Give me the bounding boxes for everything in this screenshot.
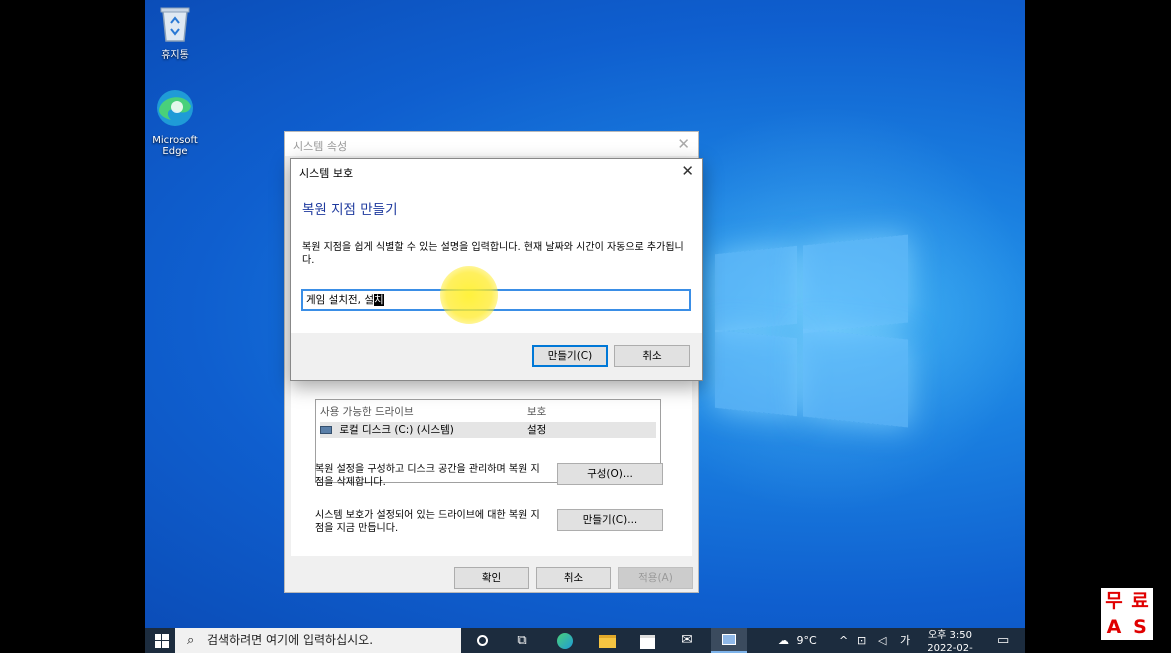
taskbar: ⌕ 검색하려면 여기에 입력하십시오. ⧉ ✉ ☁ 9°C ^ ⊡ ◁ 가 오후… bbox=[145, 628, 1025, 653]
store-icon[interactable] bbox=[635, 628, 659, 653]
edge-taskbar-icon[interactable] bbox=[553, 628, 577, 653]
drive-icon bbox=[320, 426, 332, 434]
windows-logo-wallpaper bbox=[715, 230, 910, 430]
cortana-icon[interactable] bbox=[471, 628, 493, 653]
volume-icon[interactable]: ◁ bbox=[878, 628, 886, 653]
search-placeholder: 검색하려면 여기에 입력하십시오. bbox=[207, 633, 374, 647]
configure-description: 복원 설정을 구성하고 디스크 공간을 관리하며 복원 지점을 삭제합니다. bbox=[315, 464, 540, 488]
screen: 휴지통 Microsoft Edge 시스템 속성 ✕ 사용 가능한 드라이브 bbox=[0, 0, 1171, 653]
notification-icon[interactable]: ▭ bbox=[997, 628, 1009, 653]
dialog-body: 복원 지점 만들기 복원 지점을 쉽게 식별할 수 있는 설명을 입력합니다. … bbox=[291, 183, 702, 333]
chevron-up-icon[interactable]: ^ bbox=[839, 628, 848, 653]
cancel-button[interactable]: 취소 bbox=[614, 345, 690, 367]
brand-logo: 무 료 A S bbox=[1101, 588, 1153, 640]
brand-char: S bbox=[1133, 616, 1147, 638]
drive-protection-status: 설정 bbox=[527, 424, 547, 436]
cursor-highlight bbox=[440, 266, 498, 324]
search-icon: ⌕ bbox=[187, 633, 195, 648]
clock[interactable]: 오후 3:50 2022-02-01 bbox=[923, 628, 977, 653]
brand-char: 무 bbox=[1105, 590, 1123, 612]
ok-button[interactable]: 확인 bbox=[454, 567, 529, 589]
dialog-heading: 복원 지점 만들기 bbox=[302, 202, 398, 218]
desktop-icon-label: Microsoft Edge bbox=[152, 135, 198, 157]
brand-char: A bbox=[1106, 616, 1122, 638]
window-title: 시스템 보호 bbox=[299, 167, 354, 180]
windows-start-icon bbox=[155, 634, 169, 648]
system-properties-titlebar: 시스템 속성 ✕ bbox=[285, 132, 698, 156]
cancel-button[interactable]: 취소 bbox=[536, 567, 611, 589]
logo-pane bbox=[803, 328, 908, 428]
instruction-text: 복원 지점을 쉽게 식별할 수 있는 설명을 입력합니다. 현재 날짜와 시간이… bbox=[302, 242, 684, 266]
desktop-icon-edge[interactable]: Microsoft Edge bbox=[145, 88, 205, 157]
table-row[interactable]: 로컬 디스크 (C:) (시스템) 설정 bbox=[320, 422, 656, 438]
task-view-icon[interactable]: ⧉ bbox=[511, 628, 533, 653]
close-icon[interactable]: ✕ bbox=[681, 162, 694, 180]
input-text: 게임 설치전, 설 bbox=[306, 294, 374, 306]
create-description: 시스템 보호가 설정되어 있는 드라이브에 대한 복원 지점을 지금 만듭니다. bbox=[315, 510, 540, 534]
create-restore-point-dialog: 시스템 보호 ✕ 복원 지점 만들기 복원 지점을 쉽게 식별할 수 있는 설명… bbox=[290, 158, 703, 381]
mail-icon[interactable]: ✉ bbox=[675, 628, 699, 653]
logo-pane bbox=[715, 329, 797, 417]
selected-text: 치 bbox=[373, 294, 384, 306]
drive-name: 로컬 디스크 (C:) (시스템) bbox=[339, 424, 454, 436]
close-icon[interactable]: ✕ bbox=[677, 135, 690, 153]
weather-widget[interactable]: ☁ 9°C bbox=[778, 628, 817, 653]
system-protection-titlebar: 시스템 보호 ✕ bbox=[291, 159, 702, 183]
create-restore-point-button[interactable]: 만들기(C)... bbox=[557, 509, 663, 531]
clock-time: 오후 3:50 bbox=[927, 630, 973, 641]
file-explorer-icon[interactable] bbox=[595, 628, 619, 653]
desktop-icon-recycle-bin[interactable]: 휴지통 bbox=[145, 5, 205, 61]
column-header-protection: 보호 bbox=[527, 406, 547, 418]
window-title: 시스템 속성 bbox=[293, 140, 348, 153]
logo-pane bbox=[715, 245, 797, 333]
network-icon[interactable]: ⊡ bbox=[857, 628, 866, 653]
clock-date: 2022-02-01 bbox=[927, 643, 973, 653]
cloud-icon: ☁ bbox=[778, 634, 789, 647]
logo-pane bbox=[803, 234, 908, 334]
desktop-icon-label: 휴지통 bbox=[161, 50, 189, 61]
column-header-drive: 사용 가능한 드라이브 bbox=[320, 406, 414, 418]
ime-indicator[interactable]: 가 bbox=[900, 628, 910, 653]
start-button[interactable] bbox=[151, 628, 173, 653]
recycle-bin-icon bbox=[145, 5, 205, 46]
edge-icon bbox=[145, 88, 205, 131]
weather-temp: 9°C bbox=[796, 634, 817, 647]
system-properties-taskbar-icon[interactable] bbox=[711, 628, 747, 653]
create-button[interactable]: 만들기(C) bbox=[532, 345, 608, 367]
taskbar-search-box[interactable]: ⌕ 검색하려면 여기에 입력하십시오. bbox=[175, 628, 461, 653]
brand-char: 료 bbox=[1131, 590, 1149, 612]
apply-button[interactable]: 적용(A) bbox=[618, 567, 693, 589]
configure-button[interactable]: 구성(O)... bbox=[557, 463, 663, 485]
drive-list-header: 사용 가능한 드라이브 보호 bbox=[320, 404, 656, 420]
